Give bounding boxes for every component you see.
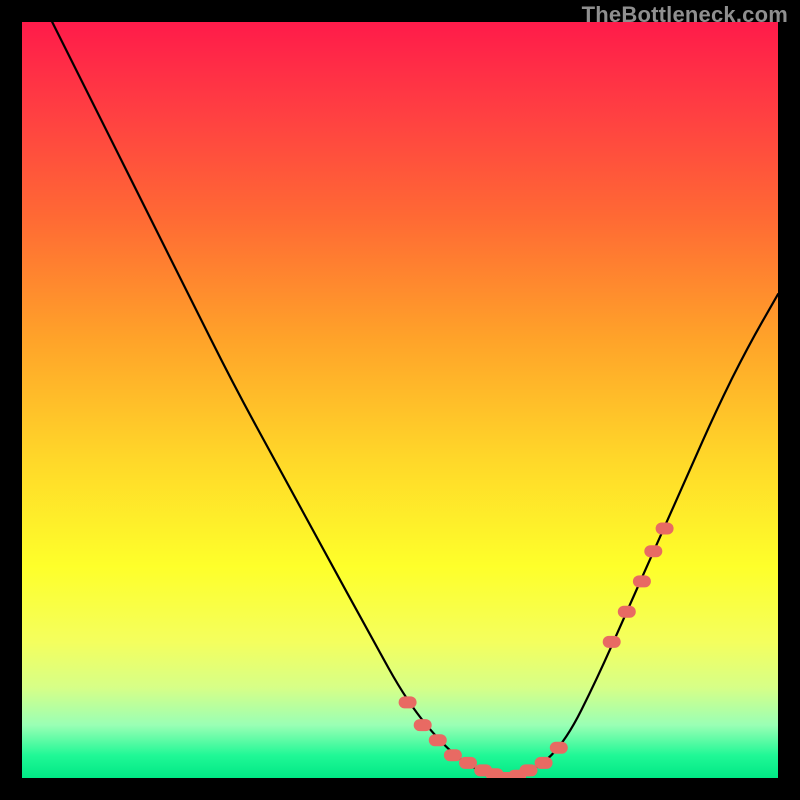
highlight-marker xyxy=(618,606,636,618)
highlight-marker xyxy=(656,523,674,535)
chart-frame: TheBottleneck.com xyxy=(0,0,800,800)
highlight-marker xyxy=(644,545,662,557)
highlight-marker xyxy=(520,764,538,776)
highlight-marker xyxy=(550,742,568,754)
highlight-marker xyxy=(535,757,553,769)
highlight-marker xyxy=(414,719,432,731)
highlight-marker xyxy=(603,636,621,648)
curve-layer xyxy=(22,22,778,778)
highlight-marker xyxy=(633,575,651,587)
highlight-marker xyxy=(459,757,477,769)
highlight-marker xyxy=(429,734,447,746)
watermark-text: TheBottleneck.com xyxy=(582,2,788,28)
plot-area xyxy=(22,22,778,778)
bottleneck-curve xyxy=(52,22,778,776)
highlight-markers xyxy=(399,523,674,779)
highlight-marker xyxy=(444,749,462,761)
highlight-marker xyxy=(399,696,417,708)
